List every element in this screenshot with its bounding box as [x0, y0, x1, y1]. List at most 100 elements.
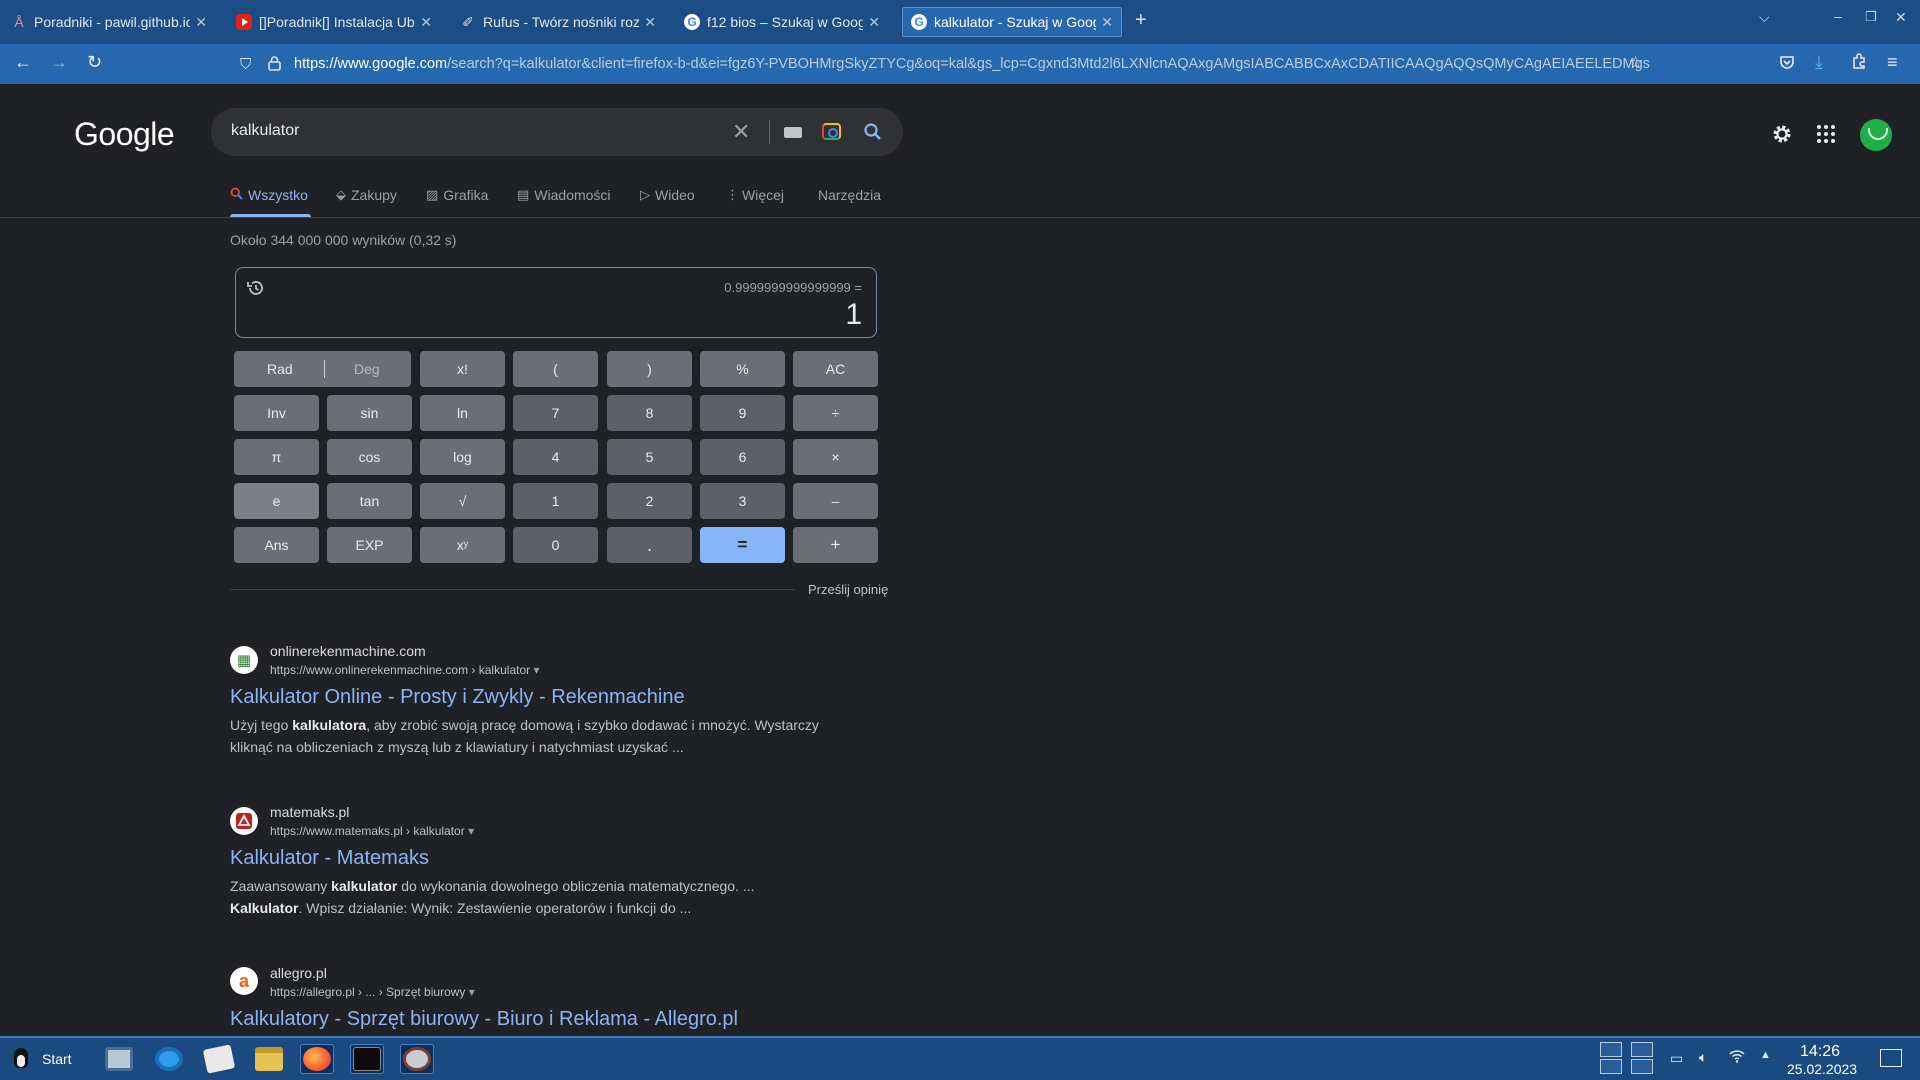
percent-button[interactable]: % [700, 351, 785, 387]
notepad-icon[interactable] [202, 1044, 236, 1074]
minimize-icon[interactable]: – [1834, 8, 1842, 24]
lock-icon[interactable] [268, 56, 281, 75]
rad-label[interactable]: Rad [267, 361, 293, 377]
digit-8-button[interactable]: 8 [607, 395, 692, 431]
power-button[interactable]: xʸ [420, 527, 505, 563]
start-button[interactable]: Start [10, 1046, 72, 1072]
exp-button[interactable]: EXP [327, 527, 412, 563]
more-options-caret-icon[interactable]: ▾ [469, 985, 475, 999]
tab-wiecej[interactable]: ⋮ Więcej [726, 187, 784, 203]
add-button[interactable]: + [793, 527, 878, 563]
search-input[interactable]: kalkulator [231, 122, 299, 140]
digit-1-button[interactable]: 1 [513, 483, 598, 519]
subtract-button[interactable]: – [793, 483, 878, 519]
ln-button[interactable]: ln [420, 395, 505, 431]
downloads-icon[interactable]: ⤓ [1815, 52, 1823, 73]
computer-icon[interactable] [102, 1044, 136, 1074]
digit-5-button[interactable]: 5 [607, 439, 692, 475]
cos-button[interactable]: cos [327, 439, 412, 475]
pi-button[interactable]: π [234, 439, 319, 475]
sqrt-button[interactable]: √ [420, 483, 505, 519]
log-button[interactable]: log [420, 439, 505, 475]
tab-narzedzia[interactable]: Narzędzia [818, 187, 881, 203]
tray-expand-icon[interactable]: ▲ [1760, 1049, 1771, 1061]
browser-tab-youtube[interactable]: []Poradnik[] Instalacja Ubuntu ✕ [228, 7, 440, 37]
firefox-icon[interactable] [300, 1044, 334, 1074]
tab-list-chevron-icon[interactable]: ⌵ [1759, 9, 1770, 26]
decimal-point-button[interactable]: . [607, 527, 692, 563]
reload-icon[interactable]: ↻ [87, 52, 102, 73]
right-paren-button[interactable]: ) [607, 351, 692, 387]
digit-7-button[interactable]: 7 [513, 395, 598, 431]
account-avatar[interactable] [1860, 119, 1892, 151]
multiply-button[interactable]: × [793, 439, 878, 475]
bookmark-star-icon[interactable]: ☆ [1628, 53, 1643, 73]
result-breadcrumb[interactable]: https://www.matemaks.pl › kalkulator ▾ [270, 824, 474, 838]
result-title-link[interactable]: Kalkulatory - Sprzęt biurowy - Biuro i R… [230, 1008, 738, 1031]
search-box[interactable]: kalkulator ✕ [211, 108, 903, 156]
shield-icon[interactable]: ⛉ [240, 56, 251, 73]
new-tab-button[interactable]: + [1135, 9, 1147, 32]
close-tab-icon[interactable]: ✕ [420, 14, 432, 31]
result-site-name[interactable]: matemaks.pl [270, 804, 349, 820]
volume-icon[interactable]: 🔈︎ [1699, 1049, 1707, 1066]
digit-3-button[interactable]: 3 [700, 483, 785, 519]
send-feedback-link[interactable]: Prześlij opinię [808, 582, 888, 597]
rad-deg-toggle[interactable]: Rad Deg [234, 351, 411, 387]
wifi-icon[interactable] [1729, 1049, 1745, 1066]
sin-button[interactable]: sin [327, 395, 412, 431]
clock-time[interactable]: 14:26 [1800, 1043, 1840, 1061]
digit-4-button[interactable]: 4 [513, 439, 598, 475]
more-options-caret-icon[interactable]: ▾ [468, 824, 474, 838]
apps-grid-icon[interactable] [1817, 125, 1835, 148]
digit-2-button[interactable]: 2 [607, 483, 692, 519]
tan-button[interactable]: tan [327, 483, 412, 519]
result-breadcrumb[interactable]: https://allegro.pl › ... › Sprzęt biurow… [270, 985, 475, 999]
digit-0-button[interactable]: 0 [513, 527, 598, 563]
internet-explorer-icon[interactable] [152, 1044, 186, 1074]
workspace-2-icon[interactable] [1631, 1042, 1653, 1057]
forward-arrow-icon[interactable]: → [50, 52, 68, 73]
google-lens-icon[interactable] [822, 123, 841, 140]
result-site-name[interactable]: onlinerekenmachine.com [270, 643, 426, 659]
close-tab-icon[interactable]: ✕ [644, 14, 656, 31]
deg-label[interactable]: Deg [354, 361, 380, 377]
euler-e-button[interactable]: e [234, 483, 319, 519]
restore-icon[interactable]: ❐ [1865, 9, 1877, 25]
tab-wiadomosci[interactable]: ▤ Wiadomości [517, 187, 611, 203]
google-logo[interactable]: Google [74, 116, 175, 153]
show-desktop-button[interactable] [1880, 1049, 1902, 1067]
rufus-app-icon[interactable] [400, 1044, 434, 1074]
result-title-link[interactable]: Kalkulator - Matemaks [230, 847, 429, 870]
close-tab-icon[interactable]: ✕ [195, 14, 207, 31]
clear-search-icon[interactable]: ✕ [732, 119, 750, 145]
battery-icon[interactable]: ▭ [1670, 1050, 1683, 1067]
result-breadcrumb[interactable]: https://www.onlinerekenmachine.com › kal… [270, 663, 540, 677]
tab-wszystko[interactable]: Wszystko [230, 187, 308, 203]
tab-grafika[interactable]: ▨ Grafika [426, 187, 488, 203]
factorial-button[interactable]: x! [420, 351, 505, 387]
ans-button[interactable]: Ans [234, 527, 319, 563]
digit-9-button[interactable]: 9 [700, 395, 785, 431]
keyboard-icon[interactable] [784, 127, 802, 138]
search-submit-icon[interactable] [863, 122, 883, 142]
close-tab-icon[interactable]: ✕ [1101, 14, 1113, 31]
folder-icon[interactable] [252, 1044, 286, 1074]
browser-tab-rufus[interactable]: Rufus - Twórz nośniki rozruchowe USB ✕ [452, 7, 664, 37]
browser-tab-poradniki[interactable]: Poradniki - pawil.github.io ✕ [3, 7, 215, 37]
workspace-4-icon[interactable] [1631, 1059, 1653, 1074]
digit-6-button[interactable]: 6 [700, 439, 785, 475]
all-clear-button[interactable]: AC [793, 351, 878, 387]
workspace-3-icon[interactable] [1600, 1059, 1622, 1074]
menu-hamburger-icon[interactable]: ≡ [1887, 52, 1898, 73]
equals-button[interactable]: = [700, 527, 785, 563]
browser-tab-kalkulator[interactable]: kalkulator - Szukaj w Google ✕ [902, 7, 1122, 37]
settings-gear-icon[interactable] [1770, 122, 1794, 151]
history-icon[interactable] [246, 278, 266, 304]
close-tab-icon[interactable]: ✕ [868, 14, 880, 31]
result-site-name[interactable]: allegro.pl [270, 965, 327, 981]
clock-date[interactable]: 25.02.2023 [1787, 1061, 1857, 1077]
left-paren-button[interactable]: ( [513, 351, 598, 387]
close-window-icon[interactable]: ✕ [1895, 9, 1907, 26]
browser-tab-f12-bios[interactable]: f12 bios – Szukaj w Google ✕ [676, 7, 888, 37]
